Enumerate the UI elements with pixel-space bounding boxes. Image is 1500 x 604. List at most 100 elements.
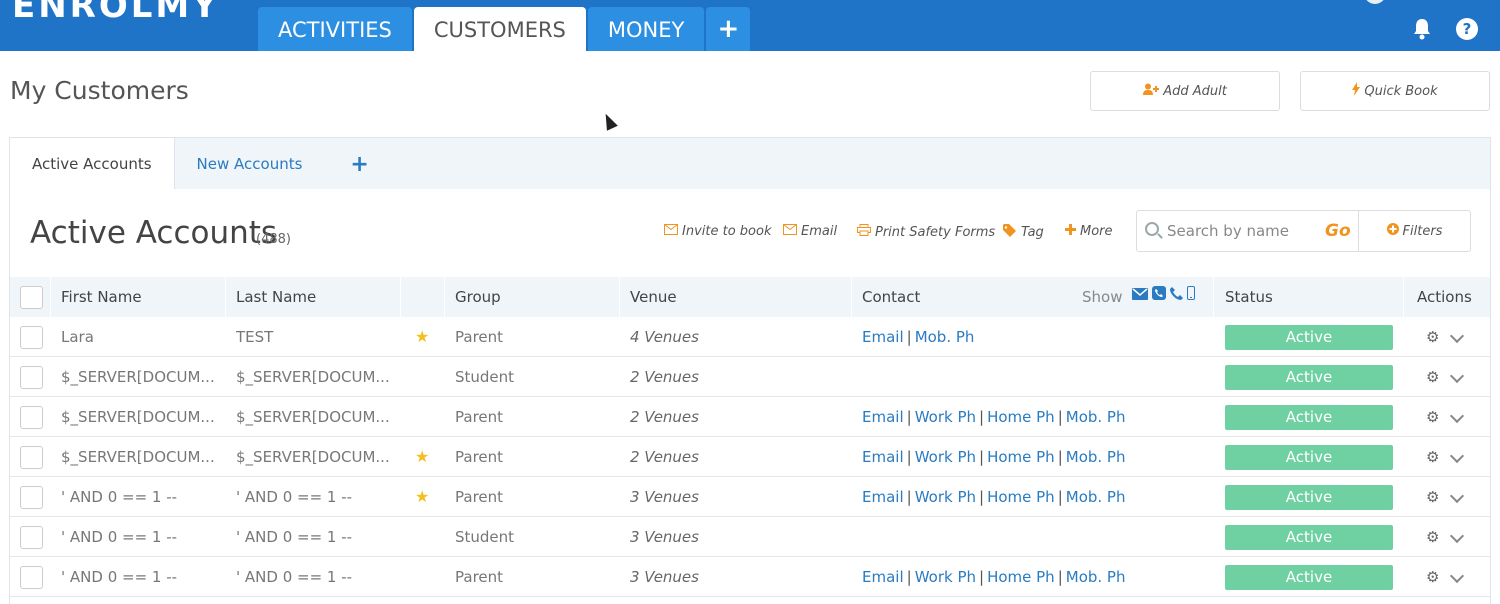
add-tab-button[interactable]: + — [324, 138, 394, 189]
bell-icon[interactable] — [1410, 17, 1434, 41]
row-checkbox[interactable] — [20, 526, 43, 549]
contact-link[interactable]: Mob. Ph — [1066, 568, 1126, 586]
chevron-down-icon[interactable] — [1449, 448, 1465, 464]
contact-link[interactable]: Work Ph — [915, 488, 976, 506]
help-icon[interactable]: ? — [1455, 17, 1479, 41]
tab-active-accounts[interactable]: Active Accounts — [10, 138, 175, 189]
venue-cell[interactable]: 3 Venues — [630, 557, 840, 597]
more-button[interactable]: More — [1065, 224, 1113, 239]
gear-icon[interactable]: ⚙ — [1426, 317, 1439, 357]
contact-link[interactable]: Mob. Ph — [1066, 488, 1126, 506]
logo[interactable]: ENROLMY — [12, 0, 220, 26]
mobile-phone-toggle-icon[interactable] — [1187, 277, 1195, 317]
last-name-cell[interactable]: ' AND 0 == 1 -- — [236, 477, 396, 517]
gear-icon[interactable]: ⚙ — [1426, 397, 1439, 437]
table-row[interactable]: ' AND 0 == 1 -- ' AND 0 == 1 -- Student 3 V… — [10, 517, 1490, 557]
first-name-cell[interactable]: Lara — [61, 317, 221, 357]
venue-cell[interactable]: 2 Venues — [630, 397, 840, 437]
contact-link[interactable]: Email — [862, 448, 904, 466]
first-name-cell[interactable]: $_SERVER[DOCUM... — [61, 357, 221, 397]
header-last-name[interactable]: Last Name — [226, 277, 401, 317]
row-checkbox[interactable] — [20, 566, 43, 589]
header-status[interactable]: Status — [1214, 277, 1404, 317]
star-icon[interactable]: ★ — [415, 477, 435, 517]
work-phone-toggle-icon[interactable] — [1152, 277, 1166, 317]
gear-icon[interactable]: ⚙ — [1426, 437, 1439, 477]
print-safety-forms-button[interactable]: Print Safety Forms — [857, 224, 995, 240]
last-name-cell[interactable]: $_SERVER[DOCUM... — [236, 357, 396, 397]
header-group[interactable]: Group — [445, 277, 620, 317]
header-first-name[interactable]: First Name — [51, 277, 226, 317]
search-input[interactable] — [1167, 219, 1312, 243]
user-avatar[interactable] — [1364, 0, 1386, 4]
row-checkbox[interactable] — [20, 486, 43, 509]
filters-button[interactable]: Filters — [1358, 211, 1470, 251]
first-name-cell[interactable]: $_SERVER[DOCUM... — [61, 397, 221, 437]
nav-add-button[interactable]: + — [706, 7, 751, 51]
gear-icon[interactable]: ⚙ — [1426, 477, 1439, 517]
contact-link[interactable]: Home Ph — [987, 488, 1055, 506]
gear-icon[interactable]: ⚙ — [1426, 517, 1439, 557]
tag-button[interactable]: Tag — [1003, 224, 1044, 241]
table-row[interactable]: $_SERVER[DOCUM... $_SERVER[DOCUM... Parent… — [10, 397, 1490, 437]
contact-link[interactable]: Mob. Ph — [1066, 448, 1126, 466]
chevron-down-icon[interactable] — [1449, 568, 1465, 584]
gear-icon[interactable]: ⚙ — [1426, 557, 1439, 597]
nav-tab-activities[interactable]: ACTIVITIES — [258, 7, 412, 51]
star-icon[interactable]: ★ — [415, 317, 435, 357]
venue-cell[interactable]: 3 Venues — [630, 477, 840, 517]
go-button[interactable]: Go — [1325, 221, 1351, 241]
venue-cell[interactable]: 2 Venues — [630, 357, 840, 397]
table-row[interactable]: ' AND 0 == 1 -- ' AND 0 == 1 -- ★ Parent 3 V… — [10, 477, 1490, 517]
last-name-cell[interactable]: ' AND 0 == 1 -- — [236, 517, 396, 557]
add-adult-button[interactable]: Add Adult — [1090, 71, 1280, 111]
select-all-checkbox[interactable] — [20, 286, 43, 309]
contact-link[interactable]: Email — [862, 408, 904, 426]
row-checkbox[interactable] — [20, 446, 43, 469]
venue-cell[interactable]: 4 Venues — [630, 317, 840, 357]
contact-link[interactable]: Home Ph — [987, 568, 1055, 586]
contact-link[interactable]: Mob. Ph — [915, 328, 975, 346]
nav-tab-customers[interactable]: CUSTOMERS — [413, 7, 586, 51]
first-name-cell[interactable]: $_SERVER[DOCUM... — [61, 437, 221, 477]
nav-tab-money[interactable]: MONEY — [587, 7, 705, 51]
contact-link[interactable]: Mob. Ph — [1066, 408, 1126, 426]
row-checkbox[interactable] — [20, 366, 43, 389]
email-toggle-icon[interactable] — [1132, 277, 1148, 317]
contact-link[interactable]: Work Ph — [915, 568, 976, 586]
contact-link[interactable]: Email — [862, 568, 904, 586]
venue-cell[interactable]: 2 Venues — [630, 437, 840, 477]
first-name-cell[interactable]: ' AND 0 == 1 -- — [61, 477, 221, 517]
table-row[interactable]: $_SERVER[DOCUM... $_SERVER[DOCUM... ★ Paren… — [10, 437, 1490, 477]
table-row[interactable]: Lara TEST ★ Parent 4 Venues Email | Mob. Ph Acti… — [10, 317, 1490, 357]
first-name-cell[interactable]: ' AND 0 == 1 -- — [61, 517, 221, 557]
chevron-down-icon[interactable] — [1449, 368, 1465, 384]
table-row[interactable]: $_SERVER[DOCUM... $_SERVER[DOCUM... Studen… — [10, 357, 1490, 397]
contact-link[interactable]: Work Ph — [915, 448, 976, 466]
contact-link[interactable]: Email — [862, 488, 904, 506]
tab-new-accounts[interactable]: New Accounts — [175, 138, 325, 189]
chevron-down-icon[interactable] — [1449, 408, 1465, 424]
gear-icon[interactable]: ⚙ — [1426, 357, 1439, 397]
last-name-cell[interactable]: $_SERVER[DOCUM... — [236, 437, 396, 477]
chevron-down-icon[interactable] — [1449, 328, 1465, 344]
quick-book-button[interactable]: Quick Book — [1300, 71, 1490, 111]
contact-link[interactable]: Email — [862, 328, 904, 346]
star-icon[interactable]: ★ — [415, 437, 435, 477]
first-name-cell[interactable]: ' AND 0 == 1 -- — [61, 557, 221, 597]
invite-to-book-button[interactable]: Invite to book — [664, 224, 771, 239]
last-name-cell[interactable]: TEST — [236, 317, 396, 357]
venue-cell[interactable]: 3 Venues — [630, 517, 840, 557]
home-phone-toggle-icon[interactable] — [1170, 277, 1183, 317]
contact-link[interactable]: Home Ph — [987, 408, 1055, 426]
email-button[interactable]: Email — [783, 224, 837, 239]
chevron-down-icon[interactable] — [1449, 488, 1465, 504]
row-checkbox[interactable] — [20, 406, 43, 429]
last-name-cell[interactable]: ' AND 0 == 1 -- — [236, 557, 396, 597]
chevron-down-icon[interactable] — [1449, 528, 1465, 544]
contact-link[interactable]: Work Ph — [915, 408, 976, 426]
header-venue[interactable]: Venue — [620, 277, 852, 317]
table-row[interactable]: ' AND 0 == 1 -- ' AND 0 == 1 -- Parent 3 Ve… — [10, 557, 1490, 597]
contact-link[interactable]: Home Ph — [987, 448, 1055, 466]
last-name-cell[interactable]: $_SERVER[DOCUM... — [236, 397, 396, 437]
